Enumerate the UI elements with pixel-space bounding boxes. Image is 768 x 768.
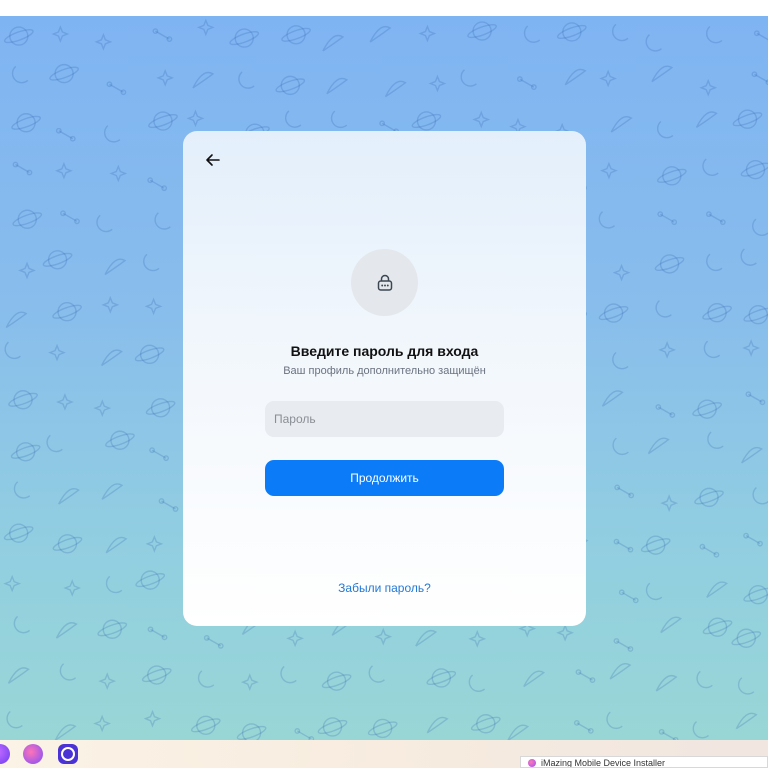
forgot-password-link[interactable]: Забыли пароль? (183, 581, 586, 595)
taskbar-window-button[interactable]: iMazing Mobile Device Installer (520, 756, 768, 768)
page-subtitle: Ваш профиль дополнительно защищён (283, 365, 486, 377)
lock-badge (351, 249, 418, 316)
lock-icon (377, 274, 392, 291)
password-field[interactable] (265, 401, 504, 437)
taskbar: iMazing Mobile Device Installer (0, 740, 768, 768)
arrow-left-icon (206, 154, 220, 166)
top-strip (0, 0, 768, 16)
continue-button[interactable]: Продолжить (265, 460, 504, 496)
taskbar-window-title: iMazing Mobile Device Installer (541, 758, 666, 768)
login-card: Введите пароль для входа Ваш профиль доп… (183, 131, 586, 626)
page-title: Введите пароль для входа (290, 343, 479, 359)
continue-button-label: Продолжить (350, 471, 419, 485)
back-button[interactable] (203, 150, 223, 170)
app-icon (528, 759, 536, 767)
taskbar-app-icon[interactable] (58, 744, 78, 764)
taskbar-app-icon[interactable] (23, 744, 43, 764)
taskbar-app-icon[interactable] (0, 744, 10, 764)
